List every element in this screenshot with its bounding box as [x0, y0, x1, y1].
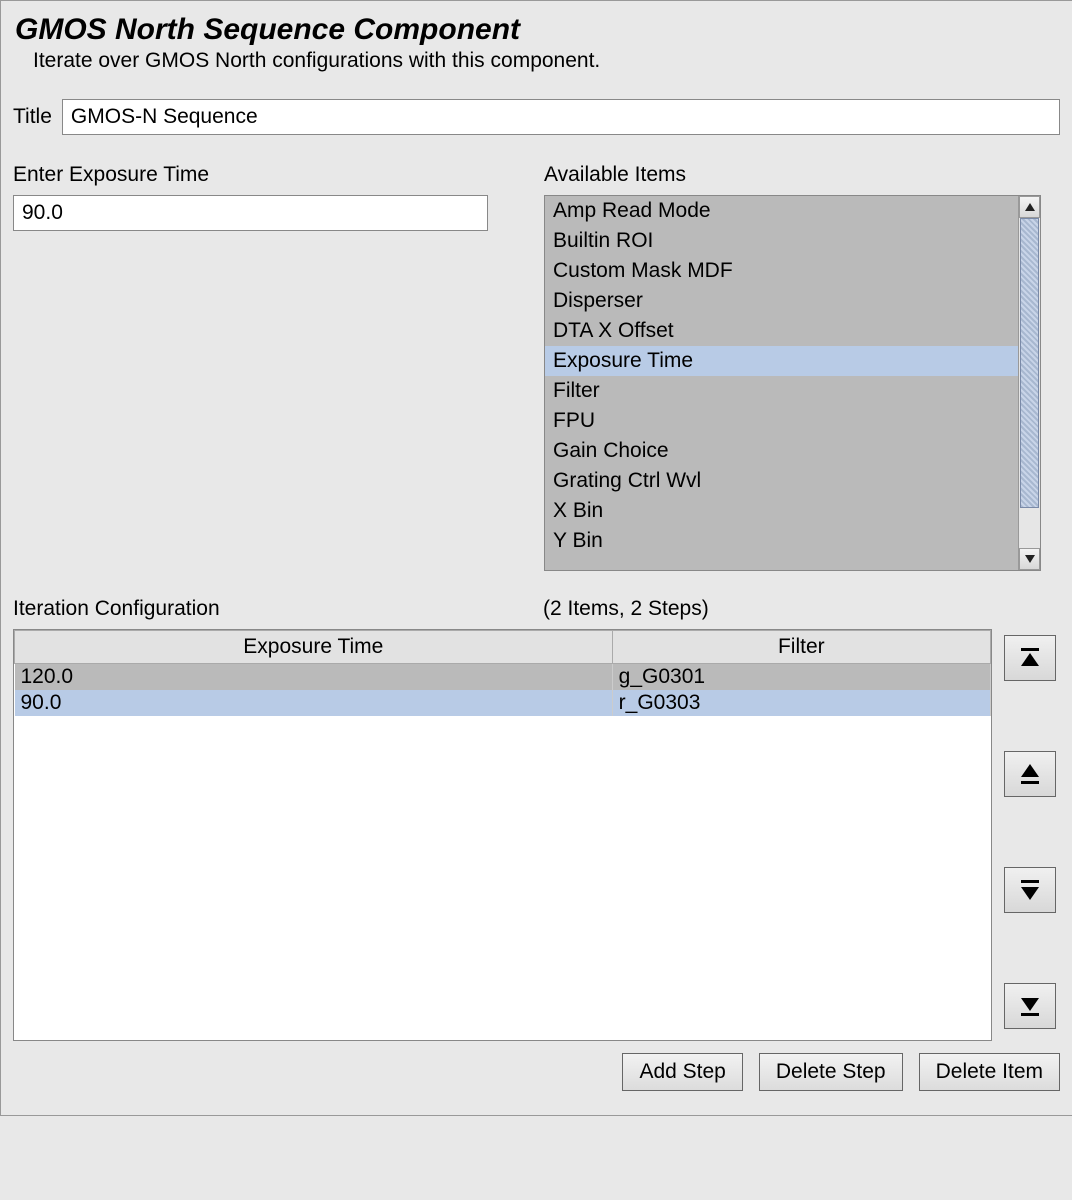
table-row[interactable]: 120.0g_G0301 — [15, 664, 991, 691]
available-item[interactable]: Y Bin — [545, 526, 1040, 556]
col-filter[interactable]: Filter — [612, 631, 990, 664]
exposure-label: Enter Exposure Time — [13, 163, 488, 187]
move-top-button[interactable] — [1004, 635, 1056, 681]
scroll-track[interactable] — [1019, 218, 1040, 548]
available-item[interactable]: Builtin ROI — [545, 226, 1040, 256]
available-item[interactable]: Gain Choice — [545, 436, 1040, 466]
cell-filter[interactable]: r_G0303 — [612, 690, 990, 716]
col-exposure[interactable]: Exposure Time — [15, 631, 613, 664]
scroll-thumb[interactable] — [1020, 218, 1039, 508]
delete-step-button[interactable]: Delete Step — [759, 1053, 903, 1091]
available-item[interactable]: Exposure Time — [545, 346, 1040, 376]
available-item[interactable]: Disperser — [545, 286, 1040, 316]
add-step-button[interactable]: Add Step — [622, 1053, 742, 1091]
config-label: Iteration Configuration — [13, 597, 543, 621]
move-down-button[interactable] — [1004, 867, 1056, 913]
available-item[interactable]: Filter — [545, 376, 1040, 406]
table-row[interactable]: 90.0r_G0303 — [15, 690, 991, 716]
scroll-down-icon[interactable] — [1019, 548, 1040, 570]
cell-filter[interactable]: g_G0301 — [612, 664, 990, 691]
available-item[interactable]: Amp Read Mode — [545, 196, 1040, 226]
page-title: GMOS North Sequence Component — [15, 13, 1060, 47]
config-table[interactable]: Exposure Time Filter 120.0g_G030190.0r_G… — [13, 629, 992, 1041]
available-item[interactable]: FPU — [545, 406, 1040, 436]
available-items-list[interactable]: Amp Read ModeBuiltin ROICustom Mask MDFD… — [544, 195, 1041, 571]
title-input[interactable] — [62, 99, 1060, 135]
exposure-input[interactable] — [13, 195, 488, 231]
available-item[interactable]: Grating Ctrl Wvl — [545, 466, 1040, 496]
available-item[interactable]: Custom Mask MDF — [545, 256, 1040, 286]
move-up-button[interactable] — [1004, 751, 1056, 797]
page-subtitle: Iterate over GMOS North configurations w… — [33, 49, 1060, 73]
available-label: Available Items — [544, 163, 1060, 187]
available-item[interactable]: X Bin — [545, 496, 1040, 526]
delete-item-button[interactable]: Delete Item — [919, 1053, 1060, 1091]
cell-exposure[interactable]: 120.0 — [15, 664, 613, 691]
available-item[interactable]: DTA X Offset — [545, 316, 1040, 346]
scrollbar[interactable] — [1018, 196, 1040, 570]
move-bottom-button[interactable] — [1004, 983, 1056, 1029]
scroll-up-icon[interactable] — [1019, 196, 1040, 218]
cell-exposure[interactable]: 90.0 — [15, 690, 613, 716]
sequence-panel: GMOS North Sequence Component Iterate ov… — [0, 0, 1072, 1116]
config-summary: (2 Items, 2 Steps) — [543, 597, 709, 621]
title-label: Title — [13, 105, 52, 129]
